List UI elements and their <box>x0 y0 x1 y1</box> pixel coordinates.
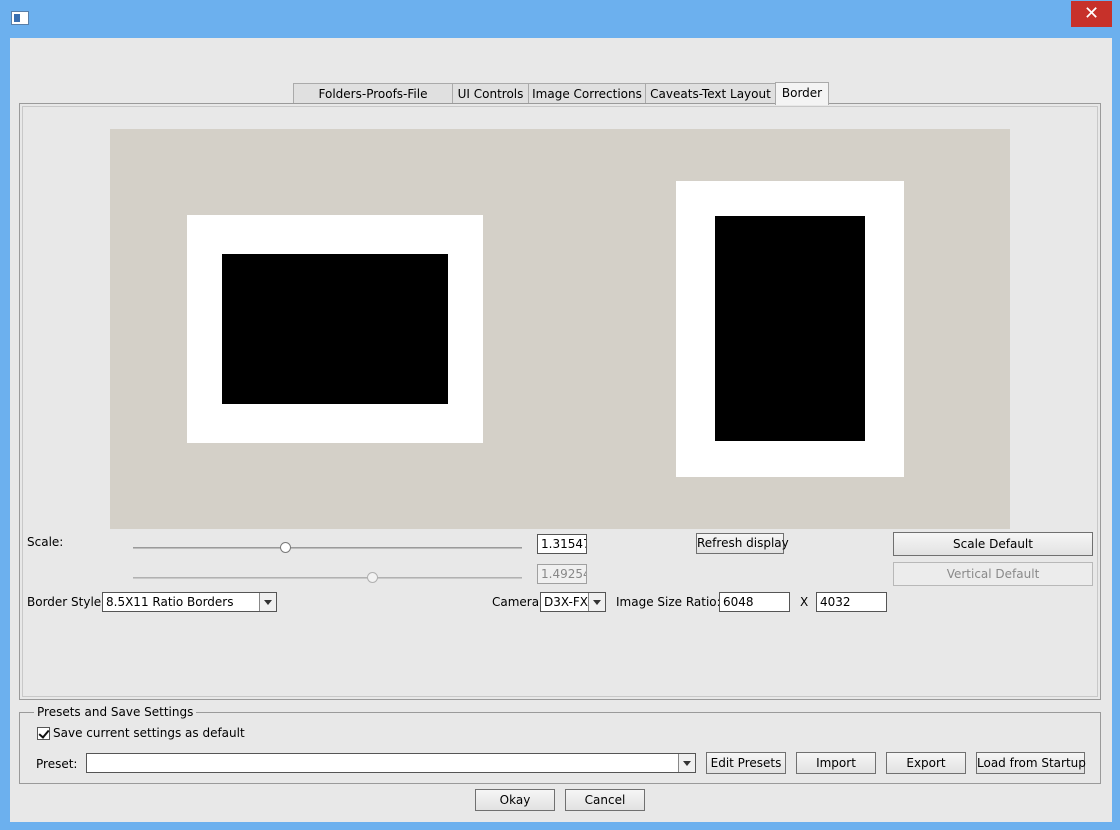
chevron-down-icon[interactable] <box>259 593 276 611</box>
border-preview-canvas <box>110 129 1010 529</box>
scale-label: Scale: <box>27 535 64 549</box>
scale-slider[interactable] <box>133 541 522 557</box>
ratio-separator-label: X <box>800 595 809 609</box>
scale-value-field[interactable]: 1.31547 <box>537 534 587 554</box>
close-icon: ✕ <box>1083 3 1100 24</box>
tab-caveats-text-layout[interactable]: Caveats-Text Layout <box>645 83 776 104</box>
image-height-field[interactable]: 4032 <box>816 592 887 612</box>
import-button[interactable]: Import <box>796 752 876 774</box>
title-bar: ✕ <box>0 0 1120 38</box>
close-button[interactable]: ✕ <box>1071 1 1112 27</box>
vertical-default-button: Vertical Default <box>893 562 1093 586</box>
portrait-border-preview <box>676 181 904 477</box>
presets-group-title: Presets and Save Settings <box>34 705 197 719</box>
tab-border[interactable]: Border <box>775 82 829 105</box>
tab-ui-controls[interactable]: UI Controls <box>452 83 529 104</box>
dialog-client-area: Folders-Proofs-File Options UI Controls … <box>10 38 1112 822</box>
export-button[interactable]: Export <box>886 752 966 774</box>
camera-select[interactable]: D3X-FX <box>540 592 606 612</box>
scale-default-button[interactable]: Scale Default <box>893 532 1093 556</box>
presets-group: Presets and Save Settings Save current s… <box>19 705 1101 784</box>
vertical-scale-slider <box>133 571 522 587</box>
camera-label: Camera: <box>492 595 544 609</box>
preset-select[interactable] <box>86 753 696 773</box>
chevron-down-icon[interactable] <box>588 593 605 611</box>
vertical-value-field: 1.49254 <box>537 564 587 584</box>
preset-label: Preset: <box>36 757 78 771</box>
image-size-ratio-label: Image Size Ratio: <box>616 595 721 609</box>
refresh-display-button[interactable]: Refresh display <box>696 533 789 554</box>
border-style-label: Border Style: <box>27 595 106 609</box>
image-width-field[interactable]: 6048 <box>719 592 790 612</box>
edit-presets-button[interactable]: Edit Presets <box>706 752 786 774</box>
landscape-image-area <box>222 254 448 404</box>
portrait-image-area <box>715 216 865 441</box>
scale-slider-thumb[interactable] <box>280 542 292 553</box>
window-icon <box>11 11 29 25</box>
vertical-slider-thumb <box>367 572 379 583</box>
tab-image-corrections[interactable]: Image Corrections <box>528 83 646 104</box>
border-style-select[interactable]: 8.5X11 Ratio Borders <box>102 592 277 612</box>
cancel-button[interactable]: Cancel <box>565 789 645 811</box>
landscape-border-preview <box>187 215 483 443</box>
tab-folders-proofs-file-options[interactable]: Folders-Proofs-File Options <box>293 83 453 121</box>
load-from-startup-button[interactable]: Load from Startup <box>976 752 1086 774</box>
save-default-checkbox[interactable] <box>37 727 50 740</box>
chevron-down-icon[interactable] <box>678 754 695 772</box>
okay-button[interactable]: Okay <box>475 789 555 811</box>
save-default-label: Save current settings as default <box>53 726 245 740</box>
